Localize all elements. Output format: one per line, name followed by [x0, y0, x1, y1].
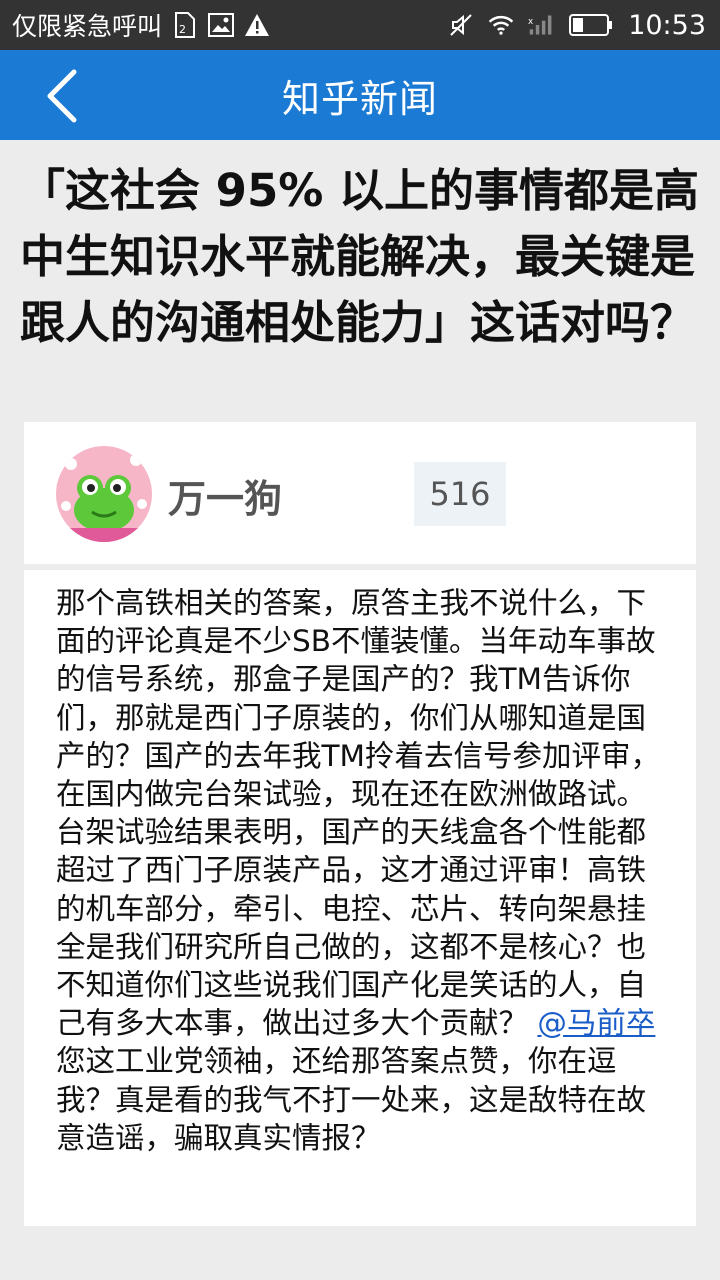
signal-icon: x: [528, 12, 554, 38]
avatar[interactable]: [56, 446, 152, 542]
mute-icon: [448, 12, 474, 38]
wifi-icon: [488, 12, 514, 38]
battery-icon: [568, 12, 614, 38]
status-bar: 仅限紧急呼叫 2 x 10:53: [0, 0, 720, 50]
svg-text:2: 2: [179, 23, 186, 36]
sim-card-icon: 2: [172, 12, 198, 38]
image-icon: [208, 12, 235, 38]
app-bar: 知乎新闻: [0, 50, 720, 140]
answer-card: 那个高铁相关的答案，原答主我不说什么，下面的评论真是不少SB不懂装懂。当年动车事…: [24, 570, 696, 1226]
question-title: 「这社会 95% 以上的事情都是高中生知识水平就能解决，最关键是跟人的沟通相处能…: [20, 164, 700, 349]
back-button[interactable]: [30, 64, 94, 128]
author-card[interactable]: 万一狗 516: [24, 422, 696, 564]
answer-text-after: 您这工业党领袖，还给那答案点赞，你在逗我？真是看的我气不打一处来，这是敌特在故意…: [56, 1044, 647, 1155]
app-title: 知乎新闻: [281, 76, 438, 121]
answer-text-before: 那个高铁相关的答案，原答主我不说什么，下面的评论真是不少SB不懂装懂。当年动车事…: [56, 586, 660, 1041]
svg-text:x: x: [528, 17, 533, 27]
vote-count-badge[interactable]: 516: [414, 462, 506, 526]
clock-time: 10:53: [628, 9, 706, 41]
frog-avatar-image: [56, 446, 152, 542]
author-name[interactable]: 万一狗: [168, 468, 282, 523]
warning-icon: [244, 12, 270, 38]
user-mention-link[interactable]: @马前卒: [537, 1006, 655, 1040]
carrier-text: 仅限紧急呼叫: [12, 12, 163, 41]
chevron-left-icon: [47, 69, 77, 123]
answer-body: 那个高铁相关的答案，原答主我不说什么，下面的评论真是不少SB不懂装懂。当年动车事…: [56, 584, 670, 1157]
